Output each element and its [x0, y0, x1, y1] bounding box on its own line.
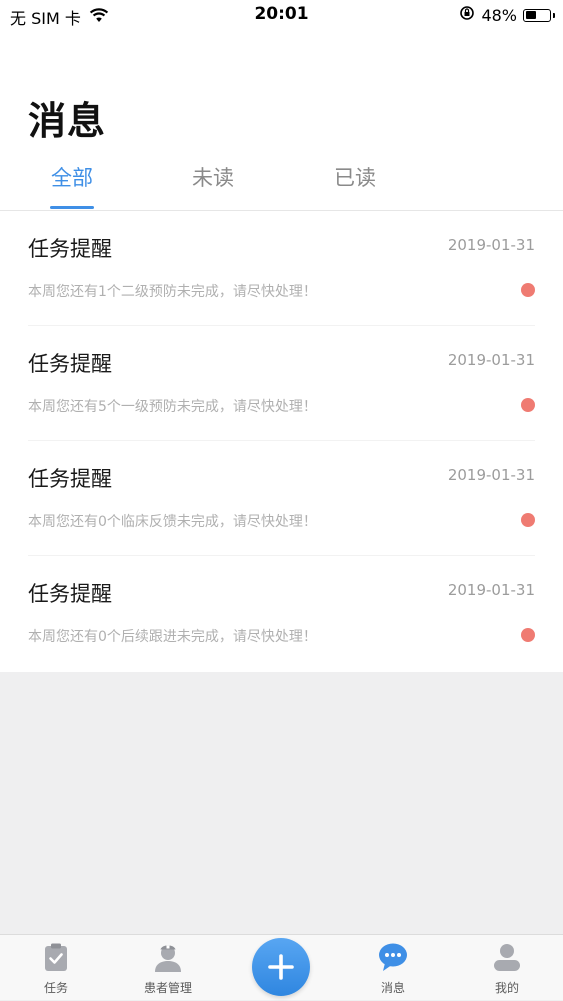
message-date: 2019-01-31: [447, 466, 535, 484]
unread-dot: [521, 513, 535, 527]
active-tab-indicator: [50, 206, 94, 209]
message-date: 2019-01-31: [447, 581, 535, 599]
tab-bar-item-me[interactable]: 我的: [451, 935, 563, 1001]
message-body: 本周您还有5个一级预防未完成，请尽快处理！: [28, 399, 317, 415]
message-body: 本周您还有0个临床反馈未完成，请尽快处理！: [28, 514, 317, 530]
battery-icon: [523, 8, 555, 22]
list-item[interactable]: 任务提醒 2019-01-31 本周您还有1个二级预防未完成，请尽快处理！: [0, 211, 563, 326]
message-date: 2019-01-31: [447, 351, 535, 369]
message-list: 任务提醒 2019-01-31 本周您还有1个二级预防未完成，请尽快处理！ 任务…: [0, 211, 563, 671]
orientation-lock-icon: [459, 5, 475, 25]
tab-bar-label: 患者管理: [143, 981, 192, 995]
unread-dot: [521, 398, 535, 412]
message-title: 任务提醒: [28, 467, 112, 491]
person-icon: [491, 941, 523, 973]
tab-bar-item-patients[interactable]: 患者管理: [112, 935, 224, 1001]
list-item[interactable]: 任务提醒 2019-01-31 本周您还有0个后续跟进未完成，请尽快处理！: [0, 556, 563, 671]
message-title: 任务提醒: [28, 582, 112, 606]
tab-all[interactable]: 全部: [22, 162, 122, 192]
tab-bar-label: 消息: [380, 981, 405, 995]
unread-dot: [521, 283, 535, 297]
nurse-icon: [152, 941, 184, 973]
add-button[interactable]: [252, 938, 310, 996]
page-title: 消息: [28, 99, 107, 143]
status-bar: 无 SIM 卡 20:01 48%: [0, 0, 563, 30]
message-body: 本周您还有1个二级预防未完成，请尽快处理！: [28, 284, 317, 300]
tab-bar-item-tasks[interactable]: 任务: [0, 935, 112, 1001]
tab-unread[interactable]: 未读: [163, 162, 263, 192]
plus-icon: [252, 938, 310, 996]
battery-percent: 48%: [481, 5, 517, 25]
message-title: 任务提醒: [28, 237, 112, 261]
message-body: 本周您还有0个后续跟进未完成，请尽快处理！: [28, 629, 317, 645]
tab-bar-item-messages[interactable]: 消息: [337, 935, 449, 1001]
tab-bar-label: 任务: [43, 981, 68, 995]
message-title: 任务提醒: [28, 352, 112, 376]
unread-dot: [521, 628, 535, 642]
tab-bar-label: 我的: [494, 981, 519, 995]
list-item[interactable]: 任务提醒 2019-01-31 本周您还有5个一级预防未完成，请尽快处理！: [0, 326, 563, 441]
tab-read[interactable]: 已读: [305, 162, 405, 192]
tab-bar-filter: 全部 未读 已读: [0, 154, 563, 211]
list-item[interactable]: 任务提醒 2019-01-31 本周您还有0个临床反馈未完成，请尽快处理！: [0, 441, 563, 556]
message-date: 2019-01-31: [447, 236, 535, 254]
clipboard-check-icon: [40, 941, 72, 973]
chat-bubble-icon: [377, 941, 409, 973]
